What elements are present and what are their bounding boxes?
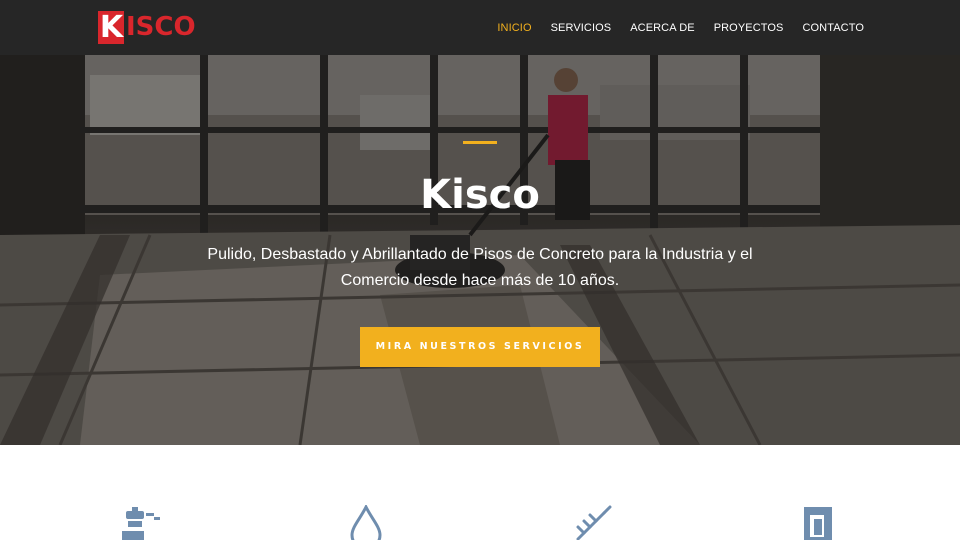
logo-k-mark: K xyxy=(98,9,124,45)
caulking-gun-icon xyxy=(576,505,612,540)
water-drop-icon xyxy=(350,505,382,540)
hero-subtitle: Pulido, Desbastado y Abrillantado de Pis… xyxy=(207,246,753,289)
nav-item-acerca-de[interactable]: ACERCA DE xyxy=(630,22,694,34)
nav-item-proyectos[interactable]: PROYECTOS xyxy=(714,22,784,34)
hero-accent-bar xyxy=(463,141,497,144)
hero-title: Kisco xyxy=(420,172,540,218)
main-nav: INICIO SERVICIOS ACERCA DE PROYECTOS CON… xyxy=(497,0,864,55)
hero-section: Kisco Pulido, Desbastado y Abrillantado … xyxy=(0,55,960,445)
nav-item-inicio[interactable]: INICIO xyxy=(497,22,531,34)
concrete-tile-icon xyxy=(804,507,832,540)
kisco-logo[interactable]: K ISCO xyxy=(98,10,196,44)
floor-machine-icon xyxy=(122,507,160,540)
nav-item-servicios[interactable]: SERVICIOS xyxy=(551,22,612,34)
nav-item-contacto[interactable]: CONTACTO xyxy=(802,22,864,34)
view-services-button[interactable]: MIRA NUESTROS SERVICIOS xyxy=(360,327,600,367)
services-section xyxy=(0,445,960,540)
top-navbar: K ISCO INICIO SERVICIOS ACERCA DE PROYEC… xyxy=(0,0,960,55)
logo-wordmark: ISCO xyxy=(126,12,196,42)
